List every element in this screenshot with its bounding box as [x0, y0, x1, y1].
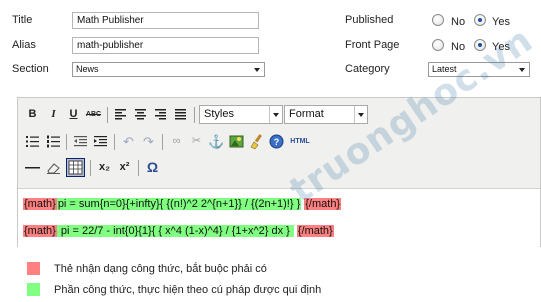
alias-input[interactable]: math-publisher: [72, 37, 259, 54]
indent-button[interactable]: [91, 132, 110, 151]
bullet-list-icon: [26, 136, 39, 147]
remove-format-button[interactable]: [44, 158, 63, 177]
frontpage-label: Front Page: [345, 39, 400, 51]
brush-icon: [250, 134, 262, 150]
published-no-radio[interactable]: [432, 14, 444, 26]
math-line-2: {math} pi = 22/7 - int{0}{1}{ { x^4 (1-x…: [23, 223, 334, 240]
category-label: Category: [345, 63, 390, 75]
undo-icon: ↶: [123, 134, 134, 149]
image-icon: [229, 135, 244, 148]
toolbar-separator: [138, 160, 139, 176]
align-justify-button[interactable]: [171, 105, 190, 124]
cleanup-button[interactable]: [247, 132, 266, 151]
unlink-icon: ✂: [191, 135, 202, 147]
styles-dropdown[interactable]: Styles: [199, 105, 283, 124]
html-button[interactable]: HTML: [287, 132, 313, 151]
published-label: Published: [345, 14, 394, 26]
toolbar-separator: [107, 107, 108, 123]
align-right-icon: [155, 109, 166, 120]
help-button[interactable]: ?: [267, 132, 286, 151]
numbered-list-button[interactable]: [44, 132, 63, 151]
align-justify-icon: [175, 109, 186, 120]
anchor-icon: ⚓: [208, 134, 225, 149]
frontpage-no-radio[interactable]: [432, 39, 444, 51]
wysiwyg-editor: B I U ABC Styles Format ↶ ↷ ∞ ✂ ⚓ ? HTML…: [17, 97, 541, 247]
underline-button[interactable]: U: [64, 105, 83, 124]
section-label: Section: [12, 63, 49, 75]
special-character-button[interactable]: Ω: [143, 158, 162, 177]
undo-button[interactable]: ↶: [119, 132, 138, 151]
math-open-tag: {math}: [23, 198, 57, 210]
toolbar-separator: [162, 134, 163, 150]
svg-text:?: ?: [274, 137, 280, 147]
legend-red-swatch: [27, 262, 40, 275]
legend-green-swatch: [27, 283, 40, 296]
bullet-list-button[interactable]: [23, 132, 42, 151]
strikethrough-button[interactable]: ABC: [84, 105, 103, 124]
outdent-icon: [74, 136, 87, 147]
link-icon: ∞: [172, 135, 181, 147]
help-icon: ?: [269, 134, 284, 149]
align-center-button[interactable]: [131, 105, 150, 124]
horizontal-rule-icon: [25, 167, 40, 169]
unlink-button[interactable]: ✂: [187, 132, 206, 151]
bold-button[interactable]: B: [23, 105, 42, 124]
numbered-list-icon: [47, 135, 60, 148]
align-right-button[interactable]: [151, 105, 170, 124]
indent-icon: [94, 136, 107, 147]
align-left-icon: [115, 109, 126, 120]
outdent-button[interactable]: [71, 132, 90, 151]
link-button[interactable]: ∞: [167, 132, 186, 151]
format-dropdown-label: Format: [289, 108, 324, 120]
visual-aid-button[interactable]: [66, 158, 85, 177]
styles-dropdown-label: Styles: [204, 108, 234, 120]
horizontal-rule-button[interactable]: [23, 158, 42, 177]
math-open-tag: {math}: [23, 225, 57, 237]
toolbar-row-3: x₂ x² Ω: [18, 158, 540, 180]
published-yes-radio[interactable]: [474, 14, 486, 26]
toolbar-row-2: ↶ ↷ ∞ ✂ ⚓ ? HTML: [18, 132, 540, 154]
math-close-tag: {/math}: [296, 225, 334, 237]
published-no-label: No: [451, 16, 466, 28]
eraser-icon: [47, 163, 60, 174]
chevron-down-icon: [269, 106, 282, 123]
chevron-down-icon: [519, 68, 525, 72]
alias-label: Alias: [12, 39, 36, 51]
table-grid-icon: [68, 160, 83, 175]
anchor-button[interactable]: ⚓: [207, 132, 226, 151]
legend-red-text: Thẻ nhận dạng công thức, bắt buộc phải c…: [54, 263, 267, 275]
section-select-value: News: [76, 64, 99, 74]
math-formula: pi = 22/7 - int{0}{1}{ { x^4 (1-x)^4} / …: [56, 225, 294, 237]
redo-button[interactable]: ↷: [139, 132, 158, 151]
math-formula: pi = sum{n=0}{+infty}{ {(n!)^2 2^{n+1}} …: [56, 198, 302, 210]
align-center-icon: [135, 109, 146, 120]
frontpage-no-label: No: [451, 41, 466, 53]
title-label: Title: [12, 14, 33, 26]
toolbar-row-1: B I U ABC Styles Format: [18, 105, 540, 127]
chevron-down-icon: [354, 106, 367, 123]
toolbar-separator: [66, 134, 67, 150]
math-line-1: {math} pi = sum{n=0}{+infty}{ {(n!)^2 2^{…: [23, 196, 342, 213]
title-input[interactable]: Math Publisher: [72, 12, 259, 29]
section-select[interactable]: News: [72, 62, 265, 77]
toolbar-separator: [114, 134, 115, 150]
format-dropdown[interactable]: Format: [284, 105, 368, 124]
editor-content[interactable]: {math} pi = sum{n=0}{+infty}{ {(n!)^2 2^{…: [18, 188, 540, 247]
image-button[interactable]: [227, 132, 246, 151]
superscript-button[interactable]: x²: [115, 158, 134, 177]
toolbar-separator: [194, 107, 195, 123]
chevron-down-icon: [254, 68, 260, 72]
italic-button[interactable]: I: [44, 105, 63, 124]
subscript-button[interactable]: x₂: [95, 158, 114, 177]
redo-icon: ↷: [143, 134, 154, 149]
toolbar-separator: [90, 160, 91, 176]
align-left-button[interactable]: [111, 105, 130, 124]
legend-green-text: Phần công thức, thực hiện theo cú pháp đ…: [54, 284, 322, 296]
